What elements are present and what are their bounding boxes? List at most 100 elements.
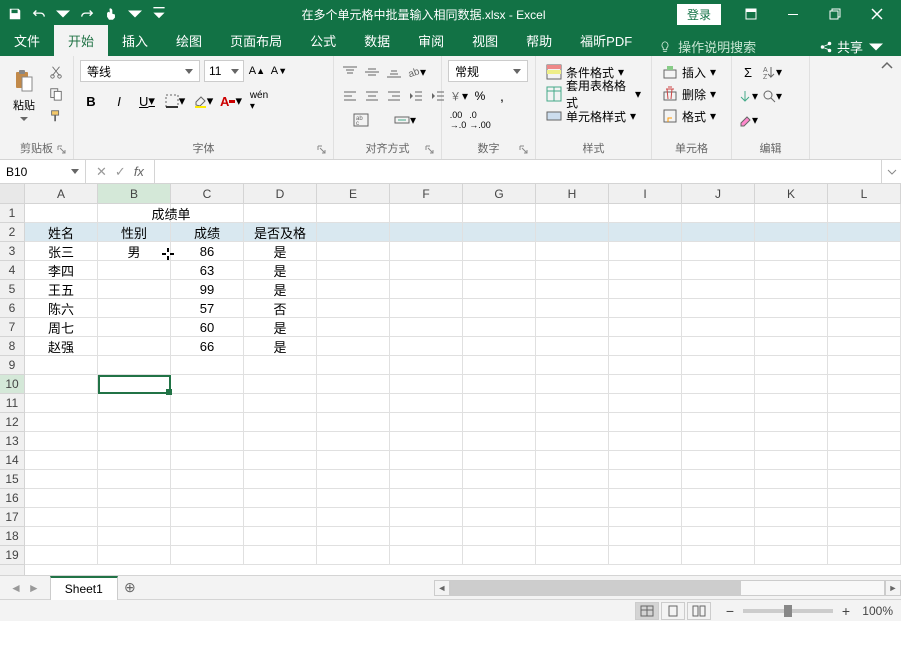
close-icon[interactable] bbox=[857, 0, 897, 28]
underline-button[interactable]: U▾ bbox=[136, 90, 158, 112]
cell[interactable] bbox=[609, 546, 682, 565]
indent-dec-icon[interactable] bbox=[406, 86, 426, 106]
cell[interactable] bbox=[609, 318, 682, 337]
enter-formula-icon[interactable]: ✓ bbox=[115, 164, 126, 180]
percent-icon[interactable]: % bbox=[470, 86, 490, 106]
cell[interactable] bbox=[609, 280, 682, 299]
cell[interactable] bbox=[682, 470, 755, 489]
cell[interactable]: 60 bbox=[171, 318, 244, 337]
cell[interactable] bbox=[25, 356, 98, 375]
comma-icon[interactable]: , bbox=[492, 86, 512, 106]
cells-area[interactable]: 成绩单姓名性别成绩是否及格张三男86是李四63是王五99是陈六57否周七60是赵… bbox=[25, 204, 901, 575]
cut-icon[interactable] bbox=[46, 62, 66, 82]
cell[interactable] bbox=[317, 432, 390, 451]
cell[interactable] bbox=[171, 375, 244, 394]
dialog-launcher-icon[interactable] bbox=[519, 145, 529, 155]
cell[interactable] bbox=[98, 470, 171, 489]
cell[interactable] bbox=[317, 299, 390, 318]
cell[interactable] bbox=[536, 413, 609, 432]
cell[interactable] bbox=[463, 280, 536, 299]
border-icon[interactable]: ▾ bbox=[164, 90, 186, 112]
cell[interactable]: 赵强 bbox=[25, 337, 98, 356]
cell[interactable] bbox=[609, 356, 682, 375]
align-right-icon[interactable] bbox=[384, 86, 404, 106]
zoom-in-button[interactable]: + bbox=[837, 603, 855, 619]
cell[interactable] bbox=[98, 318, 171, 337]
redo-icon[interactable] bbox=[76, 3, 98, 25]
cell[interactable] bbox=[755, 489, 828, 508]
cell[interactable] bbox=[317, 413, 390, 432]
cell[interactable]: 姓名 bbox=[25, 223, 98, 242]
cell[interactable] bbox=[98, 299, 171, 318]
tab-file[interactable]: 文件 bbox=[0, 25, 54, 56]
cell[interactable] bbox=[828, 204, 901, 223]
zoom-thumb[interactable] bbox=[784, 605, 792, 617]
col-header-I[interactable]: I bbox=[609, 184, 682, 203]
cell[interactable]: 是 bbox=[244, 337, 317, 356]
col-header-H[interactable]: H bbox=[536, 184, 609, 203]
share-button[interactable]: 共享 bbox=[805, 37, 901, 56]
zoom-slider[interactable] bbox=[743, 609, 833, 613]
sheet-tab-1[interactable]: Sheet1 bbox=[50, 576, 118, 600]
cell[interactable] bbox=[98, 546, 171, 565]
cell[interactable] bbox=[25, 375, 98, 394]
cell[interactable] bbox=[390, 280, 463, 299]
cell[interactable] bbox=[390, 394, 463, 413]
tab-layout[interactable]: 页面布局 bbox=[216, 25, 296, 56]
cell[interactable] bbox=[609, 489, 682, 508]
cell[interactable] bbox=[25, 546, 98, 565]
tab-home[interactable]: 开始 bbox=[54, 25, 108, 56]
cell[interactable] bbox=[536, 318, 609, 337]
align-top-icon[interactable] bbox=[340, 62, 360, 82]
cell[interactable] bbox=[682, 508, 755, 527]
clear-icon[interactable]: ▾ bbox=[738, 110, 758, 130]
dialog-launcher-icon[interactable] bbox=[57, 145, 67, 155]
page-layout-view-icon[interactable] bbox=[661, 602, 685, 620]
scroll-thumb[interactable] bbox=[451, 581, 741, 595]
cell[interactable] bbox=[25, 394, 98, 413]
cell[interactable] bbox=[463, 223, 536, 242]
font-color-icon[interactable]: A▾ bbox=[220, 90, 242, 112]
cell[interactable] bbox=[828, 337, 901, 356]
name-box[interactable]: B10 bbox=[0, 160, 86, 183]
cell[interactable] bbox=[609, 413, 682, 432]
formula-input[interactable] bbox=[155, 160, 881, 183]
cell[interactable] bbox=[755, 508, 828, 527]
cell[interactable] bbox=[390, 223, 463, 242]
cell[interactable] bbox=[317, 489, 390, 508]
cell[interactable] bbox=[682, 394, 755, 413]
cell[interactable] bbox=[317, 470, 390, 489]
cell[interactable] bbox=[463, 432, 536, 451]
cell[interactable] bbox=[828, 413, 901, 432]
cell[interactable] bbox=[244, 413, 317, 432]
cell[interactable] bbox=[25, 508, 98, 527]
row-header-16[interactable]: 16 bbox=[0, 489, 24, 508]
cell[interactable] bbox=[98, 356, 171, 375]
cell[interactable] bbox=[755, 337, 828, 356]
cell[interactable]: 性别 bbox=[98, 223, 171, 242]
cell[interactable] bbox=[828, 432, 901, 451]
cell[interactable] bbox=[244, 546, 317, 565]
cell[interactable] bbox=[98, 375, 171, 394]
cell[interactable] bbox=[755, 299, 828, 318]
cell[interactable] bbox=[828, 451, 901, 470]
cell[interactable] bbox=[536, 546, 609, 565]
cell[interactable] bbox=[244, 432, 317, 451]
cell[interactable]: 张三 bbox=[25, 242, 98, 261]
col-header-K[interactable]: K bbox=[755, 184, 828, 203]
cell[interactable] bbox=[755, 451, 828, 470]
cell[interactable] bbox=[536, 432, 609, 451]
cell[interactable] bbox=[463, 242, 536, 261]
cell[interactable]: 是 bbox=[244, 280, 317, 299]
cell[interactable] bbox=[244, 508, 317, 527]
cell[interactable]: 是 bbox=[244, 261, 317, 280]
cell[interactable] bbox=[463, 489, 536, 508]
cell[interactable] bbox=[682, 223, 755, 242]
sheet-next-icon[interactable]: ► bbox=[28, 581, 40, 595]
cell[interactable] bbox=[463, 318, 536, 337]
cell[interactable] bbox=[536, 337, 609, 356]
cell[interactable] bbox=[536, 223, 609, 242]
cell[interactable]: 是 bbox=[244, 318, 317, 337]
cell[interactable] bbox=[463, 337, 536, 356]
ribbon-options-icon[interactable] bbox=[731, 0, 771, 28]
